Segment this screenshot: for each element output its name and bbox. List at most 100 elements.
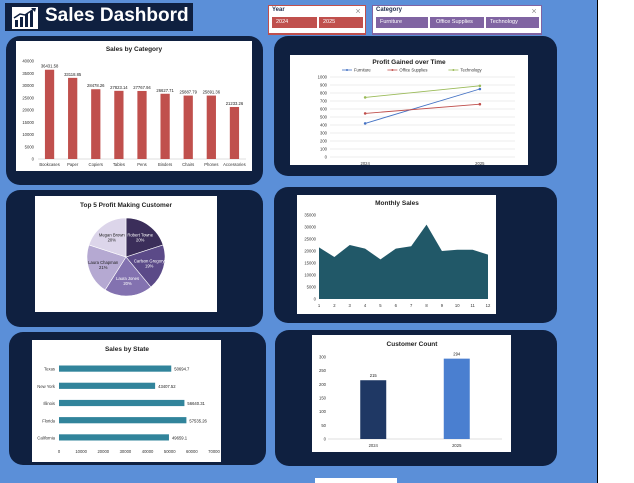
data-label: 50694.7	[174, 367, 190, 372]
x-tick-label: 5	[379, 303, 382, 308]
chart-profit-over-time[interactable]: Profit Gained over Time 0 100 200 300 400 500 6…	[290, 55, 528, 165]
y-tick-label: 0	[32, 157, 35, 162]
data-label: 25887.79	[179, 90, 197, 95]
x-tick-label: 6	[395, 303, 398, 308]
sheet-margin	[597, 0, 634, 483]
chart-sales-by-category[interactable]: Sales by Category 0 5000 10000 15000 20000 250…	[16, 41, 252, 171]
data-label: 215	[370, 373, 378, 378]
chart-customer-count[interactable]: Customer Count 0 50 100 150 200 250 300 215 2024 2…	[312, 335, 511, 452]
y-tick-label: 15000	[22, 120, 34, 125]
legend-marker	[391, 69, 394, 71]
y-tick-label: 700	[320, 99, 328, 104]
data-label: 27823.14	[110, 85, 128, 90]
x-tick-label: 10000	[75, 449, 87, 454]
slicer-option-2024[interactable]: 2024	[272, 17, 317, 28]
legend-marker	[346, 69, 348, 71]
x-tick-label: 20000	[97, 449, 109, 454]
chart-top-customers[interactable]: Top 5 Profit Making Customer Robert Towne…	[35, 196, 217, 312]
x-tick-label: 60000	[186, 449, 198, 454]
y-tick-label: 50	[321, 423, 326, 428]
y-tick-label: 100	[319, 409, 327, 414]
page-title: Sales Dashbord	[45, 5, 189, 26]
legend-label: Office Supplies	[399, 68, 427, 73]
y-tick-label: 300	[320, 131, 328, 136]
bar	[68, 77, 78, 159]
chart-title: Sales by State	[105, 346, 149, 353]
bar	[59, 382, 156, 389]
bar	[160, 93, 170, 159]
bar-chart-trend-icon	[12, 7, 38, 29]
y-tick-label: 300	[319, 355, 327, 360]
y-tick-label: 250	[319, 368, 327, 373]
data-label: 49659.1	[172, 435, 188, 440]
data-point	[363, 122, 367, 125]
x-tick-label: Pens	[137, 162, 147, 167]
series-line	[365, 85, 480, 98]
chart-monthly-sales[interactable]: Monthly Sales 0 5000 10000 15000 20000 25000 30…	[297, 195, 496, 314]
bar	[91, 89, 101, 159]
header-bar: Sales Dashbord	[5, 3, 193, 31]
series-line	[365, 88, 480, 124]
data-label: 294	[453, 352, 461, 357]
data-label: 21233.26	[226, 101, 244, 106]
y-tick-label: 5000	[307, 285, 317, 290]
x-tick-label: 2025	[475, 161, 485, 165]
y-tick-label: 40000	[22, 59, 34, 64]
data-label: 43407.52	[158, 384, 176, 389]
chart-title: Sales by Category	[106, 46, 163, 53]
chart-title: Monthly Sales	[375, 200, 419, 207]
x-tick-label: 3	[349, 303, 352, 308]
slicer-title-year: Year	[272, 7, 285, 13]
data-label: 36431.58	[41, 64, 59, 69]
slicer-option-office-supplies[interactable]: Office Supplies	[430, 17, 484, 28]
y-tick-label: 200	[320, 139, 328, 144]
bar	[183, 95, 193, 159]
slicer-option-2025[interactable]: 2025	[319, 17, 363, 28]
y-tick-label: California	[37, 435, 55, 440]
bar	[44, 69, 55, 159]
clear-filter-icon[interactable]: ⨯	[355, 7, 361, 15]
x-tick-label: 2024	[369, 443, 379, 448]
x-tick-label: 2025	[452, 443, 462, 448]
data-point	[478, 84, 482, 88]
slicer-option-technology[interactable]: Technology	[486, 17, 539, 28]
x-tick-label: Binders	[158, 162, 172, 167]
category-slicer[interactable]: Category ⨯ Furniture Office Supplies Tec…	[372, 5, 542, 35]
x-tick-label: 0	[58, 449, 61, 454]
data-label: 28478.26	[87, 83, 105, 88]
slicer-title-category: Category	[376, 7, 403, 13]
clear-filter-icon[interactable]: ⨯	[531, 7, 537, 15]
y-tick-label: 0	[324, 437, 327, 442]
y-tick-label: 800	[320, 91, 328, 96]
x-tick-label: Phones	[204, 162, 218, 167]
data-label: 56640.31	[187, 401, 205, 406]
y-tick-label: 600	[320, 107, 328, 112]
y-tick-label: 150	[319, 396, 327, 401]
y-tick-label: 100	[320, 147, 328, 152]
y-tick-label: 35000	[304, 213, 316, 218]
slicer-option-furniture[interactable]: Furniture	[376, 17, 428, 28]
data-point	[478, 87, 482, 91]
legend-label: Technology	[460, 68, 482, 73]
y-tick-label: 25000	[22, 95, 34, 100]
y-tick-label: Texas	[44, 367, 55, 372]
area-series	[319, 224, 488, 299]
x-tick-label: 7	[410, 303, 413, 308]
chart-sales-by-state[interactable]: Sales by State 50694.7 Texas 43407.52 New Yo…	[32, 340, 221, 462]
x-tick-label: 1	[318, 303, 321, 308]
y-tick-label: 1000	[318, 75, 328, 80]
year-slicer[interactable]: Year ⨯ 2024 2025	[268, 5, 366, 35]
data-point	[363, 96, 367, 99]
x-tick-label: 9	[441, 303, 444, 308]
x-tick-label: 50000	[164, 449, 176, 454]
bar	[360, 380, 387, 439]
y-tick-label: 5000	[25, 144, 35, 149]
y-tick-label: 30000	[22, 83, 34, 88]
y-tick-label: 200	[319, 382, 327, 387]
x-tick-label: 40000	[142, 449, 154, 454]
x-tick-label: 2	[333, 303, 336, 308]
data-label: 33118.85	[64, 72, 82, 77]
y-tick-label: 0	[314, 297, 317, 302]
chart-title: Top 5 Profit Making Customer	[80, 202, 172, 209]
y-tick-label: 400	[320, 123, 328, 128]
